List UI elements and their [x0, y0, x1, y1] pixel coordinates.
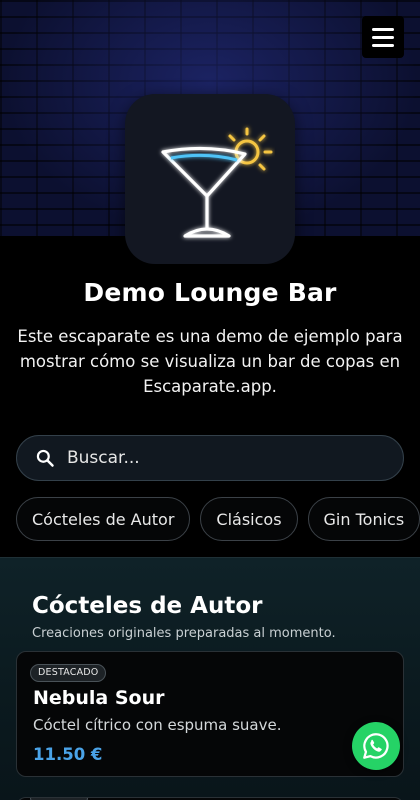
item-description: Cóctel cítrico con espuma suave.: [33, 716, 282, 734]
category-chips: Cócteles de Autor Clásicos Gin Tonics: [16, 497, 420, 541]
featured-badge: DESTACADO: [30, 664, 107, 682]
hamburger-menu-icon: [372, 27, 394, 31]
neon-cocktail-glass-icon: [161, 127, 273, 238]
search-input[interactable]: [67, 448, 367, 468]
section-subtitle: Creaciones originales preparadas al mome…: [32, 626, 336, 641]
category-chip-cocteles-de-autor[interactable]: Cócteles de Autor: [16, 497, 191, 541]
category-chip-clasicos[interactable]: Clásicos: [200, 497, 298, 541]
menu-section: Cócteles de Autor Creaciones originales …: [0, 557, 420, 800]
search-icon: [36, 449, 54, 467]
category-chip-gin-tonics[interactable]: Gin Tonics: [307, 497, 420, 541]
business-logo: [125, 94, 295, 264]
whatsapp-icon: [363, 733, 389, 759]
business-description: Este escaparate es una demo de ejemplo p…: [17, 327, 403, 396]
menu-button[interactable]: [362, 16, 404, 58]
item-name: Nebula Sour: [33, 687, 165, 709]
whatsapp-button[interactable]: [352, 722, 400, 770]
section-title: Cócteles de Autor: [32, 593, 263, 619]
menu-item-card[interactable]: DESTACADO Nebula Sour Cóctel cítrico con…: [16, 651, 404, 777]
item-price: 11.50 €: [33, 745, 103, 764]
business-name: Demo Lounge Bar: [83, 278, 337, 307]
search-bar[interactable]: [16, 435, 404, 481]
